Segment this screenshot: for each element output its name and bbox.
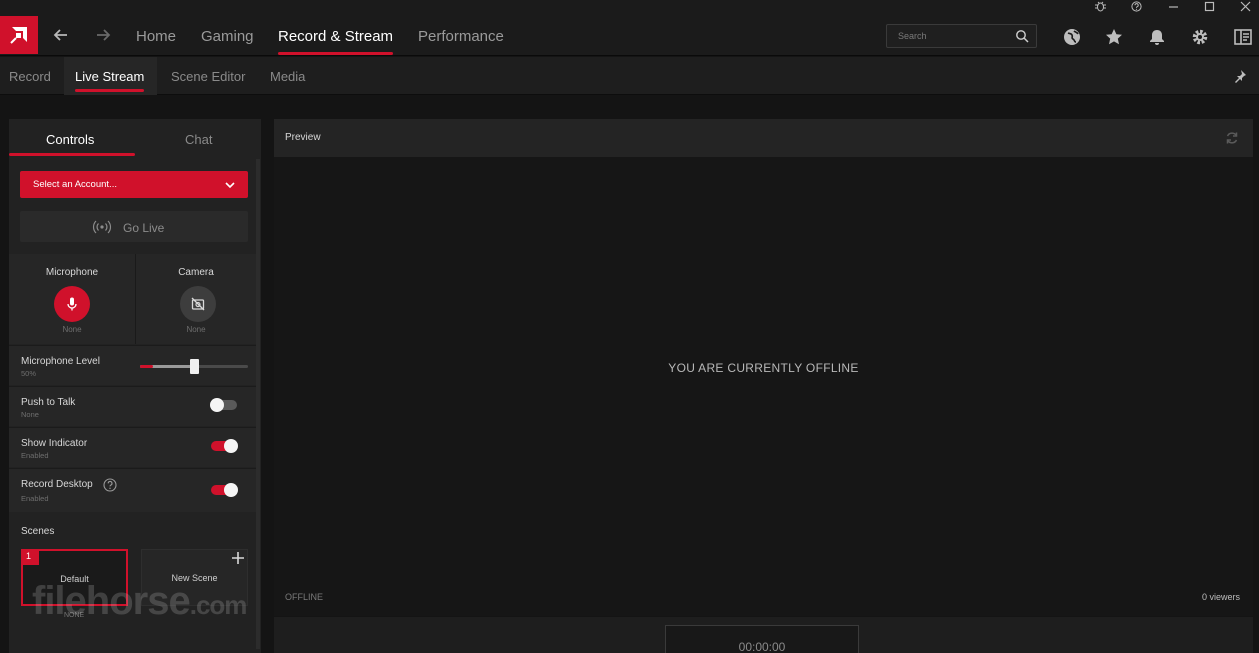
stream-status: OFFLINE <box>285 592 324 602</box>
minimize-icon[interactable] <box>1166 0 1180 12</box>
record-desktop-row: Record Desktop Enabled <box>9 468 256 512</box>
camera-card: Camera None <box>136 254 256 344</box>
bug-icon[interactable] <box>1093 0 1107 12</box>
tab-chat[interactable]: Chat <box>185 132 212 147</box>
maximize-icon[interactable] <box>1202 0 1216 12</box>
microphone-level-slider[interactable] <box>140 359 248 374</box>
preview-header: Preview <box>274 119 1253 157</box>
camera-title: Camera <box>178 267 214 278</box>
top-bar: Home Gaming Record & Stream Performance <box>0 0 1259 56</box>
subtab-media[interactable]: Media <box>270 69 305 84</box>
slider-thumb[interactable] <box>190 359 199 374</box>
close-icon[interactable] <box>1238 0 1252 12</box>
sub-tab-bar: Record Live Stream Scene Editor Media <box>0 57 1259 95</box>
slider-fill <box>140 365 153 368</box>
gear-icon[interactable] <box>1190 27 1210 47</box>
search-icon[interactable] <box>1015 29 1029 43</box>
preview-panel: Preview YOU ARE CURRENTLY OFFLINE OFFLIN… <box>274 119 1253 616</box>
microphone-toggle-button[interactable] <box>54 286 90 322</box>
controls-tab-underline <box>9 153 135 156</box>
tab-record-stream[interactable]: Record & Stream <box>278 28 394 55</box>
broadcast-icon <box>92 220 112 234</box>
microphone-icon <box>67 297 77 311</box>
microphone-level-value: 50% <box>21 369 37 378</box>
scene-number-badge: 1 <box>21 549 39 565</box>
push-to-talk-row: Push to Talk None <box>9 386 256 426</box>
stream-timer: 00:00:00 <box>665 625 859 653</box>
push-to-talk-title: Push to Talk <box>21 397 76 408</box>
toggle-knob <box>210 398 224 412</box>
microphone-level-title: Microphone Level <box>21 356 100 367</box>
camera-toggle-button[interactable] <box>180 286 216 322</box>
forward-icon[interactable] <box>92 24 114 46</box>
amd-logo-icon[interactable] <box>0 16 38 54</box>
star-icon[interactable] <box>1104 27 1124 47</box>
search-input[interactable] <box>887 25 1011 47</box>
tab-controls[interactable]: Controls <box>46 132 94 147</box>
layout-icon[interactable] <box>1233 27 1253 47</box>
controls-panel: Controls Chat Select an Account... Go Li… <box>9 119 261 653</box>
help-circle-icon[interactable] <box>103 478 117 492</box>
camera-device-value: None <box>186 325 206 334</box>
viewer-count: 0 viewers <box>1201 592 1240 602</box>
subtab-scene-editor[interactable]: Scene Editor <box>171 69 245 84</box>
bottom-bar: 00:00:00 <box>274 617 1253 653</box>
go-live-button[interactable]: Go Live <box>20 211 248 242</box>
go-live-label: Go Live <box>123 221 165 235</box>
toggle-knob <box>224 439 238 453</box>
tab-gaming[interactable]: Gaming <box>201 28 254 45</box>
microphone-card: Microphone None <box>9 254 135 344</box>
scenes-label: Scenes <box>21 526 55 537</box>
help-icon[interactable] <box>1129 0 1143 12</box>
offline-message: YOU ARE CURRENTLY OFFLINE <box>668 361 859 375</box>
tab-home[interactable]: Home <box>136 28 176 45</box>
account-select-label: Select an Account... <box>33 179 117 190</box>
refresh-icon[interactable] <box>1225 131 1239 145</box>
subtab-record[interactable]: Record <box>9 69 51 84</box>
pin-icon[interactable] <box>1233 69 1247 83</box>
back-icon[interactable] <box>50 24 72 46</box>
show-indicator-title: Show Indicator <box>21 438 88 449</box>
subtab-live-stream[interactable]: Live Stream <box>75 69 145 92</box>
bell-icon[interactable] <box>1147 27 1167 47</box>
search-box <box>886 24 1037 48</box>
show-indicator-toggle[interactable] <box>211 439 238 453</box>
show-indicator-row: Show Indicator Enabled <box>9 427 256 467</box>
show-indicator-value: Enabled <box>21 451 49 460</box>
account-select[interactable]: Select an Account... <box>20 171 248 198</box>
record-desktop-toggle[interactable] <box>211 483 238 497</box>
toggle-knob <box>224 483 238 497</box>
microphone-level-row: Microphone Level 50% <box>9 345 256 385</box>
microphone-title: Microphone <box>45 267 99 278</box>
push-to-talk-value: None <box>21 410 39 419</box>
panel-scrollbar[interactable] <box>256 159 260 649</box>
chevron-down-icon <box>225 182 235 189</box>
watermark-text: filehorse <box>32 579 191 623</box>
microphone-device-value: None <box>62 325 82 334</box>
record-desktop-value: Enabled <box>21 494 49 503</box>
globe-icon[interactable] <box>1062 27 1082 47</box>
watermark-suffix: .com <box>189 590 248 620</box>
push-to-talk-toggle[interactable] <box>210 398 237 412</box>
record-desktop-title: Record Desktop <box>21 479 93 490</box>
tab-performance[interactable]: Performance <box>418 28 504 45</box>
preview-title: Preview <box>285 132 321 143</box>
camera-off-icon <box>191 297 205 311</box>
filehorse-watermark: filehorse.com <box>32 579 248 624</box>
plus-icon[interactable] <box>231 551 245 565</box>
